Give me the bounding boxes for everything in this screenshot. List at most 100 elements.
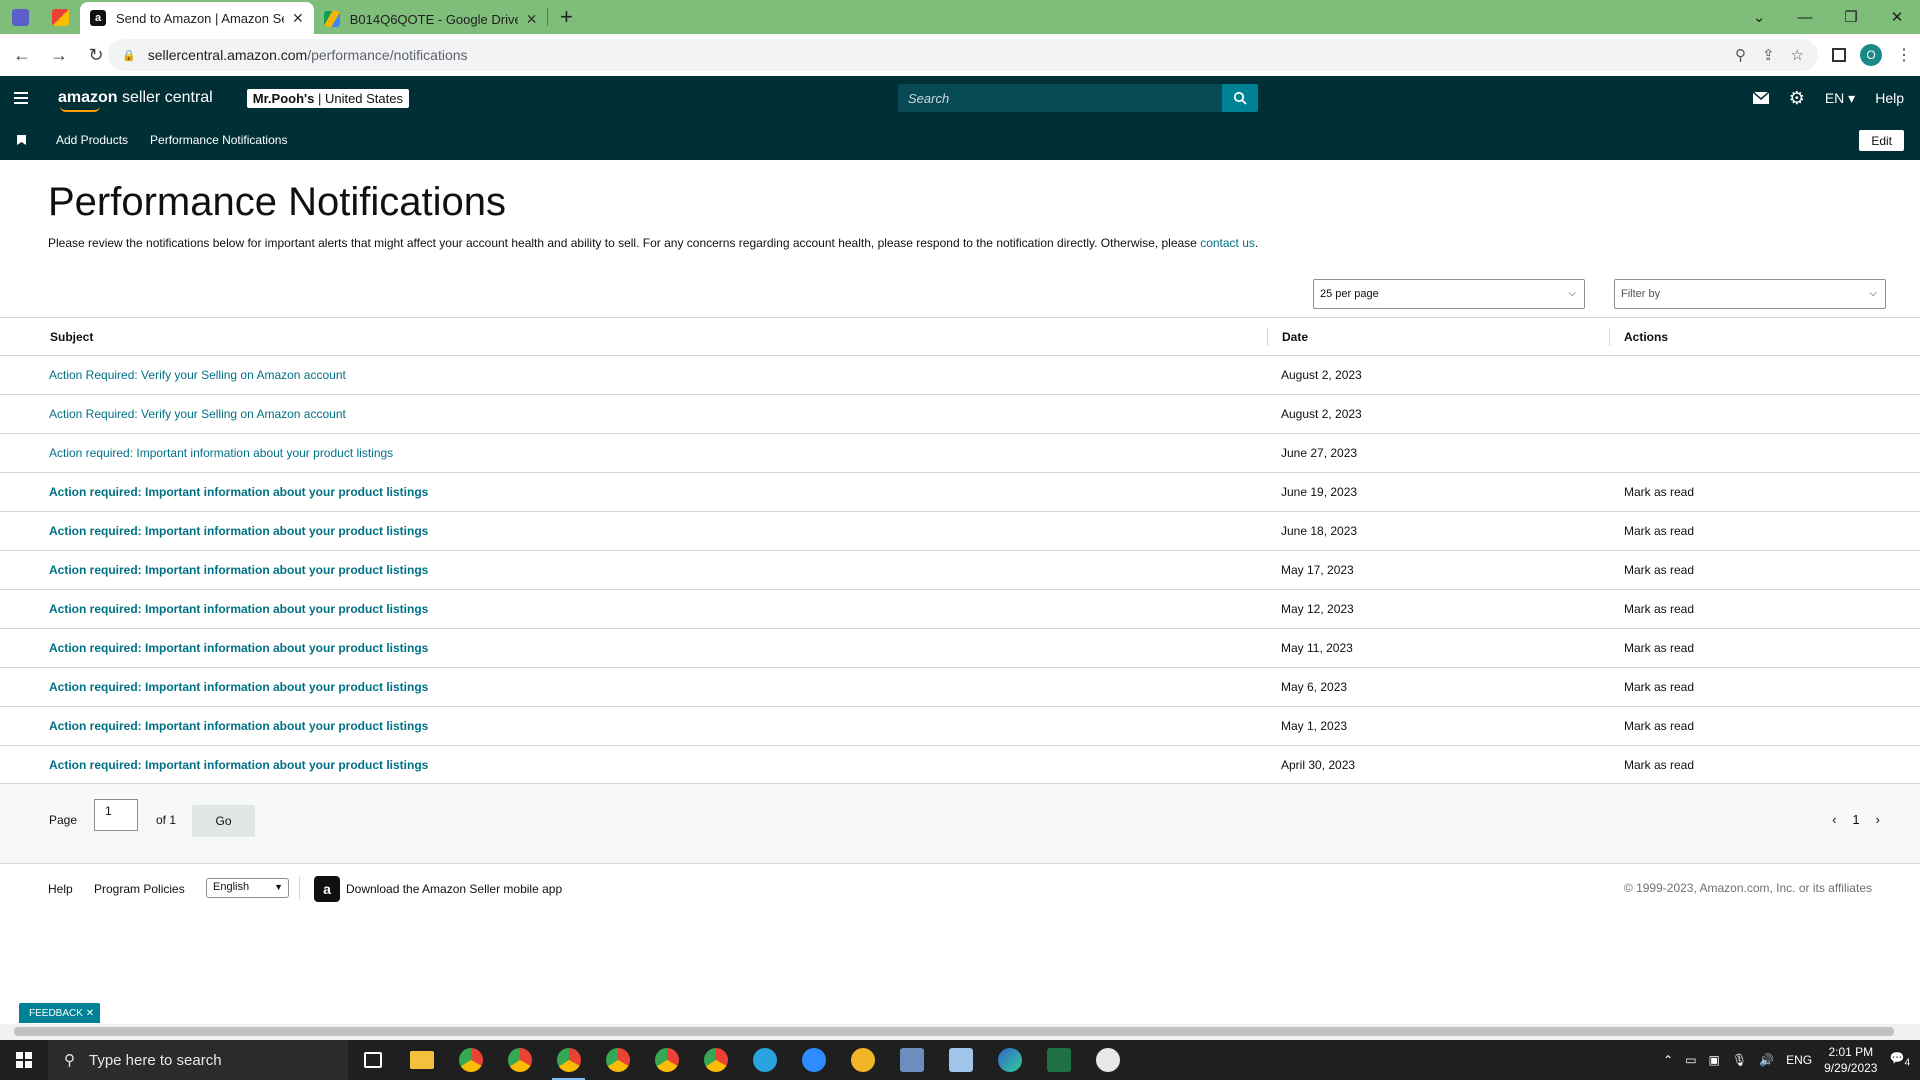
notification-subject-link[interactable]: Action required: Important information a… xyxy=(49,758,428,772)
current-page[interactable]: 1 xyxy=(1852,812,1859,827)
close-tab-icon[interactable]: ✕ xyxy=(292,10,304,27)
share-icon[interactable]: ⇪ xyxy=(1762,46,1775,64)
notifications-icon[interactable]: 💬4 xyxy=(1889,1051,1910,1068)
settings-gear-icon[interactable]: ⚙ xyxy=(1789,88,1805,109)
chrome-icon[interactable] xyxy=(593,1040,642,1080)
tab-google-drive[interactable]: B014Q6QOTE - Google Drive ✕ xyxy=(314,4,548,34)
scrollbar-thumb[interactable] xyxy=(14,1027,1894,1036)
account-switcher[interactable]: Mr.Pooh's | United States xyxy=(246,88,409,108)
per-page-select[interactable]: 25 per page ⌵ xyxy=(1313,279,1585,309)
microphone-icon[interactable]: 🎙 xyxy=(1732,1053,1747,1067)
mark-as-read-action[interactable]: Mark as read xyxy=(1624,524,1694,538)
mark-as-read-action[interactable]: Mark as read xyxy=(1624,680,1694,694)
restore-icon[interactable]: ❐ xyxy=(1828,0,1874,34)
close-icon[interactable]: ✕ xyxy=(86,1008,94,1019)
mark-as-read-action[interactable]: Mark as read xyxy=(1624,602,1694,616)
profile-avatar[interactable]: O xyxy=(1860,44,1882,66)
page-number-input[interactable]: 1 xyxy=(94,799,138,831)
chrome-icon[interactable] xyxy=(495,1040,544,1080)
url-path: /performance/notifications xyxy=(307,47,468,63)
chevron-left-icon[interactable]: ‹ xyxy=(1832,812,1836,827)
input-language[interactable]: ENG xyxy=(1786,1053,1812,1067)
new-tab-button[interactable]: + xyxy=(548,0,584,34)
telegram-icon[interactable] xyxy=(740,1040,789,1080)
download-app-link[interactable]: Download the Amazon Seller mobile app xyxy=(346,882,562,896)
notification-subject-link[interactable]: Action required: Important information a… xyxy=(49,719,428,733)
taskbar-search[interactable]: ⚲ Type here to search xyxy=(48,1040,348,1080)
language-selector[interactable]: EN ▾ xyxy=(1825,90,1855,107)
tab-search-icon[interactable]: ⌄ xyxy=(1736,0,1782,34)
mark-as-read-action[interactable]: Mark as read xyxy=(1624,641,1694,655)
url-field[interactable]: 🔒 sellercentral.amazon.com/performance/n… xyxy=(108,39,1818,71)
camera-icon[interactable]: ▣ xyxy=(1709,1053,1720,1067)
chevron-right-icon[interactable]: › xyxy=(1876,812,1880,827)
volume-icon[interactable]: 🔊 xyxy=(1759,1053,1774,1067)
notification-subject-link[interactable]: Action Required: Verify your Selling on … xyxy=(49,368,346,382)
edge-icon[interactable] xyxy=(985,1040,1034,1080)
mark-as-read-action[interactable]: Mark as read xyxy=(1624,485,1694,499)
notification-subject-link[interactable]: Action required: Important information a… xyxy=(49,524,428,538)
minimize-icon[interactable]: — xyxy=(1782,0,1828,34)
close-tab-icon[interactable]: ✕ xyxy=(526,11,538,28)
program-policies-link[interactable]: Program Policies xyxy=(94,882,185,896)
chrome-icon[interactable] xyxy=(544,1040,593,1080)
footer-language-select[interactable]: English ▼ xyxy=(206,878,289,898)
notification-subject-link[interactable]: Action required: Important information a… xyxy=(49,563,428,577)
pinned-tab-gmail[interactable] xyxy=(40,0,80,34)
chrome-icon[interactable] xyxy=(446,1040,495,1080)
pinned-tab-tasks[interactable] xyxy=(0,0,40,34)
tab-seller-central[interactable]: a Send to Amazon | Amazon Seller Central… xyxy=(80,2,314,34)
zoom-app-icon[interactable] xyxy=(789,1040,838,1080)
notification-subject-link[interactable]: Action required: Important information a… xyxy=(49,485,428,499)
file-explorer-icon[interactable] xyxy=(397,1040,446,1080)
back-icon[interactable]: ← xyxy=(7,40,37,70)
feedback-button[interactable]: FEEDBACK ✕ xyxy=(19,1003,101,1023)
mark-as-read-action[interactable]: Mark as read xyxy=(1624,563,1694,577)
browser-menu-icon[interactable]: ⋮ xyxy=(1896,45,1912,65)
side-panel-icon[interactable] xyxy=(1832,48,1846,62)
chrome-icon[interactable] xyxy=(642,1040,691,1080)
mark-as-read-action[interactable]: Mark as read xyxy=(1624,719,1694,733)
mark-as-read-action[interactable]: Mark as read xyxy=(1624,758,1694,772)
notification-subject-link[interactable]: Action required: Important information a… xyxy=(49,446,393,460)
zoom-icon[interactable]: ⚲ xyxy=(1735,46,1746,64)
calculator-icon[interactable] xyxy=(887,1040,936,1080)
task-view-icon[interactable] xyxy=(348,1040,397,1080)
notification-subject-link[interactable]: Action required: Important information a… xyxy=(49,602,428,616)
go-button[interactable]: Go xyxy=(192,805,255,837)
amazon-app-icon[interactable]: a xyxy=(314,876,340,902)
horizontal-scrollbar[interactable] xyxy=(0,1024,1920,1040)
close-window-icon[interactable]: ✕ xyxy=(1874,0,1920,34)
contact-us-link[interactable]: contact us xyxy=(1200,236,1255,250)
chrome-icon[interactable] xyxy=(691,1040,740,1080)
header-date[interactable]: Date xyxy=(1282,330,1308,344)
footer-help-link[interactable]: Help xyxy=(48,882,73,896)
nav-add-products[interactable]: Add Products xyxy=(56,133,128,147)
search-button[interactable] xyxy=(1222,84,1258,112)
mail-icon[interactable] xyxy=(1752,92,1769,104)
app-icon[interactable] xyxy=(838,1040,887,1080)
network-icon[interactable]: ▭ xyxy=(1685,1053,1696,1067)
help-link[interactable]: Help xyxy=(1875,90,1904,106)
clock[interactable]: 2:01 PM 9/29/2023 xyxy=(1824,1044,1877,1076)
start-button[interactable] xyxy=(0,1040,48,1080)
lock-icon[interactable]: 🔒 xyxy=(122,49,136,62)
menu-icon[interactable] xyxy=(0,92,42,104)
notification-subject-link[interactable]: Action required: Important information a… xyxy=(49,680,428,694)
excel-icon[interactable] xyxy=(1034,1040,1083,1080)
paint-icon[interactable] xyxy=(1083,1040,1132,1080)
bookmark-icon[interactable] xyxy=(17,135,26,145)
chevron-up-icon[interactable]: ⌃ xyxy=(1663,1053,1673,1067)
notification-subject-link[interactable]: Action Required: Verify your Selling on … xyxy=(49,407,346,421)
notepad-icon[interactable] xyxy=(936,1040,985,1080)
forward-icon[interactable]: → xyxy=(44,40,74,70)
seller-central-logo[interactable]: amazon seller central xyxy=(58,89,213,112)
header-subject[interactable]: Subject xyxy=(50,330,93,344)
edit-button[interactable]: Edit xyxy=(1859,130,1904,151)
filter-select[interactable]: Filter by ⌵ xyxy=(1614,279,1886,309)
nav-performance-notifications[interactable]: Performance Notifications xyxy=(150,133,287,147)
reload-icon[interactable]: ↻ xyxy=(81,40,111,70)
search-input[interactable]: Search xyxy=(898,84,1224,112)
bookmark-star-icon[interactable]: ☆ xyxy=(1791,46,1804,64)
notification-subject-link[interactable]: Action required: Important information a… xyxy=(49,641,428,655)
